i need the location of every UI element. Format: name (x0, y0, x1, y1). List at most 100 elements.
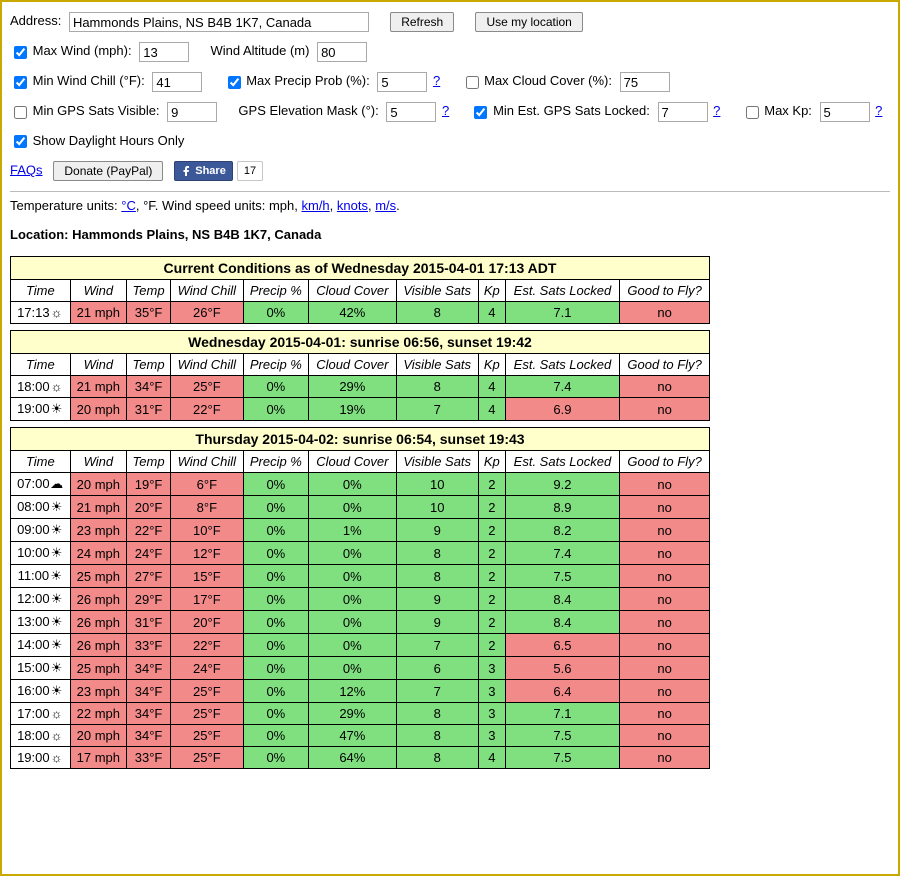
cell-sats-locked: 7.4 (505, 376, 620, 398)
cell-good-to-fly: no (620, 496, 710, 519)
facebook-share-count: 17 (237, 161, 263, 181)
time-text: 12:00 (17, 591, 50, 606)
min-locked-help-link[interactable]: ? (713, 103, 720, 118)
min-wind-chill-input[interactable] (152, 72, 202, 92)
max-precip-help-link[interactable]: ? (433, 73, 440, 88)
column-header: Time (11, 354, 71, 376)
time-text: 19:00 (17, 401, 50, 416)
table-row: 10:00 ☀24 mph24°F12°F0%0%827.4no (11, 542, 710, 565)
cell-time: 13:00 ☀ (11, 611, 71, 634)
cell-kp: 2 (478, 588, 505, 611)
units-line: Temperature units: °C, °F. Wind speed un… (10, 198, 890, 213)
column-header: Est. Sats Locked (505, 354, 620, 376)
column-header: Good to Fly? (620, 354, 710, 376)
cell-kp: 3 (478, 703, 505, 725)
cell-kp: 4 (478, 398, 505, 421)
cell-visible-sats: 9 (396, 588, 478, 611)
cell-cloud-cover: 64% (309, 747, 396, 769)
cell-kp: 2 (478, 565, 505, 588)
sun-icon: ☀ (50, 401, 64, 417)
table-row: 18:00 ☼21 mph34°F25°F0%29%847.4no (11, 376, 710, 398)
cell-visible-sats: 8 (396, 565, 478, 588)
cell-temp: 27°F (127, 565, 171, 588)
cell-temp: 31°F (127, 611, 171, 634)
wind-altitude-input[interactable] (317, 42, 367, 62)
column-header: Wind Chill (171, 451, 243, 473)
cell-sats-locked: 6.9 (505, 398, 620, 421)
cell-time: 10:00 ☀ (11, 542, 71, 565)
min-sats-checkbox[interactable] (14, 106, 27, 119)
table-row: 17:00 ☼22 mph34°F25°F0%29%837.1no (11, 703, 710, 725)
time-text: 07:00 (17, 476, 50, 491)
column-header: Kp (478, 354, 505, 376)
cell-sats-locked: 6.4 (505, 680, 620, 703)
max-precip-checkbox[interactable] (228, 76, 241, 89)
cell-good-to-fly: no (620, 611, 710, 634)
cell-time: 19:00 ☀ (11, 398, 71, 421)
cell-time: 18:00 ☼ (11, 376, 71, 398)
elev-mask-input[interactable] (386, 102, 436, 122)
cell-precip: 0% (243, 398, 309, 421)
donate-button[interactable]: Donate (PayPal) (53, 161, 163, 181)
max-precip-input[interactable] (377, 72, 427, 92)
cell-good-to-fly: no (620, 398, 710, 421)
cell-kp: 2 (478, 519, 505, 542)
cell-temp: 29°F (127, 588, 171, 611)
address-row: Address: Refresh Use my location (10, 12, 890, 32)
max-wind-checkbox[interactable] (14, 46, 27, 59)
table-row: 16:00 ☀23 mph34°F25°F0%12%736.4no (11, 680, 710, 703)
cell-cloud-cover: 0% (309, 473, 396, 496)
min-locked-input[interactable] (658, 102, 708, 122)
table-row: 18:00 ☼20 mph34°F25°F0%47%837.5no (11, 725, 710, 747)
cell-cloud-cover: 0% (309, 657, 396, 680)
min-locked-label: Min Est. GPS Sats Locked: (493, 103, 650, 118)
elev-mask-help-link[interactable]: ? (442, 103, 449, 118)
unit-c-link[interactable]: °C (121, 198, 136, 213)
max-cloud-input[interactable] (620, 72, 670, 92)
time-text: 14:00 (17, 637, 50, 652)
forecast-table: Thursday 2015-04-02: sunrise 06:54, suns… (10, 427, 710, 769)
units-dot: . (396, 198, 400, 213)
max-cloud-checkbox[interactable] (466, 76, 479, 89)
unit-knots-link[interactable]: knots (337, 198, 368, 213)
unit-ms-link[interactable]: m/s (375, 198, 396, 213)
forecast-table: Current Conditions as of Wednesday 2015-… (10, 256, 710, 324)
cell-temp: 35°F (127, 302, 171, 324)
column-header: Temp (127, 354, 171, 376)
faqs-link[interactable]: FAQs (10, 162, 43, 177)
column-header: Precip % (243, 280, 309, 302)
cell-temp: 31°F (127, 398, 171, 421)
time-text: 10:00 (17, 545, 50, 560)
daylight-label: Show Daylight Hours Only (33, 133, 185, 148)
column-header: Kp (478, 280, 505, 302)
unit-kmh-link[interactable]: km/h (301, 198, 329, 213)
sun-icon: ☀ (50, 637, 64, 653)
time-text: 18:00 (17, 379, 50, 394)
psun-icon: ☼ (50, 750, 64, 765)
cell-precip: 0% (243, 747, 309, 769)
max-kp-input[interactable] (820, 102, 870, 122)
cell-good-to-fly: no (620, 473, 710, 496)
max-kp-help-link[interactable]: ? (875, 103, 882, 118)
min-wind-chill-checkbox[interactable] (14, 76, 27, 89)
min-locked-checkbox[interactable] (474, 106, 487, 119)
cell-precip: 0% (243, 725, 309, 747)
address-input[interactable] (69, 12, 369, 32)
cell-temp: 24°F (127, 542, 171, 565)
cell-precip: 0% (243, 657, 309, 680)
cell-wind: 25 mph (70, 565, 126, 588)
max-wind-input[interactable] (139, 42, 189, 62)
refresh-button[interactable]: Refresh (390, 12, 454, 32)
cell-time: 18:00 ☼ (11, 725, 71, 747)
elev-mask-label: GPS Elevation Mask (°): (238, 103, 378, 118)
daylight-checkbox[interactable] (14, 135, 27, 148)
cell-kp: 3 (478, 680, 505, 703)
cell-temp: 34°F (127, 680, 171, 703)
cell-cloud-cover: 0% (309, 565, 396, 588)
max-kp-checkbox[interactable] (746, 106, 759, 119)
use-my-location-button[interactable]: Use my location (475, 12, 582, 32)
min-sats-input[interactable] (167, 102, 217, 122)
facebook-share-button[interactable]: Share (174, 161, 233, 181)
cell-wind: 25 mph (70, 657, 126, 680)
cell-kp: 2 (478, 496, 505, 519)
